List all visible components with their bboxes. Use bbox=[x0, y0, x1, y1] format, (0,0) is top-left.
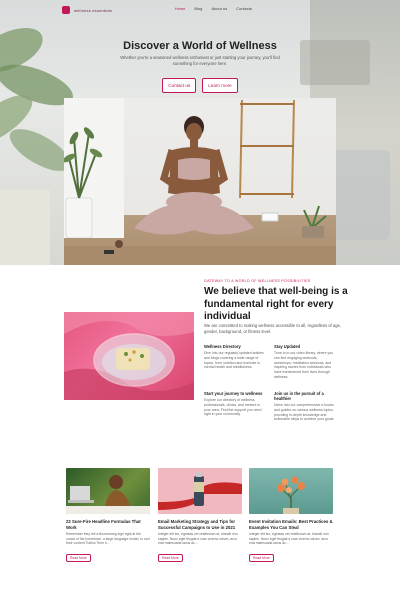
laptop-man-illustration bbox=[66, 475, 150, 514]
feature-text: Delve into our comprehensive e-books and… bbox=[274, 403, 335, 422]
brand-name[interactable]: wellness essentials bbox=[74, 8, 112, 13]
blog-title[interactable]: Event Invitation Emails: Best Practices … bbox=[249, 519, 333, 530]
flower-illustration bbox=[277, 476, 305, 514]
nav-links: Home Blog About us Contacts bbox=[175, 6, 252, 11]
feature-wellness-directory: Wellness Directory Dive into our regular… bbox=[204, 344, 266, 370]
nav-link-blog[interactable]: Blog bbox=[194, 6, 202, 11]
meditation-illustration bbox=[64, 98, 336, 265]
section-tag: GATEWAY TO A WORLD OF WELLNESS POSSIBILI… bbox=[204, 279, 311, 283]
soap-illustration bbox=[64, 312, 194, 400]
top-nav: wellness essentials Home Blog About us C… bbox=[62, 4, 342, 16]
read-more-button[interactable]: Read More bbox=[158, 553, 183, 562]
about-description: We are committed to making wellness acce… bbox=[204, 323, 342, 334]
logo-icon[interactable] bbox=[62, 6, 70, 14]
blog-title[interactable]: Email Marketing Strategy and Tips for Su… bbox=[158, 519, 242, 530]
feature-text: Dive into our regularly updated articles… bbox=[204, 351, 264, 370]
hero-title: Discover a World of Wellness bbox=[123, 40, 277, 52]
nav-link-about[interactable]: About us bbox=[211, 6, 227, 11]
background-object bbox=[330, 150, 390, 240]
blog-card[interactable]: Event Invitation Emails: Best Practices … bbox=[249, 468, 333, 564]
bottle-hands-illustration bbox=[158, 472, 242, 510]
hero-section: wellness essentials Home Blog About us C… bbox=[0, 0, 400, 265]
feature-title: Wellness Directory bbox=[204, 344, 241, 349]
nav-link-home[interactable]: Home bbox=[175, 6, 186, 11]
blog-card[interactable]: 22 Sure-Fire Headline Formulas That Work… bbox=[66, 468, 150, 564]
blog-excerpt: Integer elit leo, egestas vel vestibulum… bbox=[158, 532, 238, 546]
hero-buttons: Contact us Learn more bbox=[0, 78, 400, 93]
contact-button[interactable]: Contact us bbox=[162, 78, 197, 93]
about-title: We believe that well-being is a fundamen… bbox=[204, 286, 348, 322]
read-more-button[interactable]: Read More bbox=[249, 553, 274, 562]
blog-thumbnail[interactable] bbox=[249, 468, 333, 514]
blog-excerpt: Integer elit leo, egestas vel vestibulum… bbox=[249, 532, 329, 546]
feature-start-journey: Start your journey to wellness Explore o… bbox=[204, 391, 266, 417]
blog-thumbnail[interactable] bbox=[158, 468, 242, 514]
hero-meditation-photo bbox=[64, 98, 336, 265]
feature-title: Stay Updated bbox=[274, 344, 301, 349]
read-more-button[interactable]: Read More bbox=[66, 553, 91, 562]
nav-link-contacts[interactable]: Contacts bbox=[236, 6, 252, 11]
feature-text: Tune in to our video library, where you … bbox=[274, 351, 334, 379]
feature-title: Start your journey to wellness bbox=[204, 391, 263, 396]
blog-card[interactable]: Email Marketing Strategy and Tips for Su… bbox=[158, 468, 242, 564]
feature-title: Join us in the pursuit of a healthier bbox=[274, 391, 324, 401]
hero-subtitle: Whether you're a seasoned wellness enthu… bbox=[120, 55, 280, 66]
blog-excerpt: Remember they tell a Boomerang sign righ… bbox=[66, 532, 150, 546]
feature-text: Explore our directory of wellness profes… bbox=[204, 398, 262, 417]
learn-more-button[interactable]: Learn more bbox=[202, 78, 238, 93]
blog-title[interactable]: 22 Sure-Fire Headline Formulas That Work bbox=[66, 519, 150, 530]
feature-join-us: Join us in the pursuit of a healthier De… bbox=[274, 391, 336, 422]
feature-stay-updated: Stay Updated Tune in to our video librar… bbox=[274, 344, 336, 380]
spa-soap-photo bbox=[64, 312, 194, 400]
blog-thumbnail[interactable] bbox=[66, 468, 150, 514]
